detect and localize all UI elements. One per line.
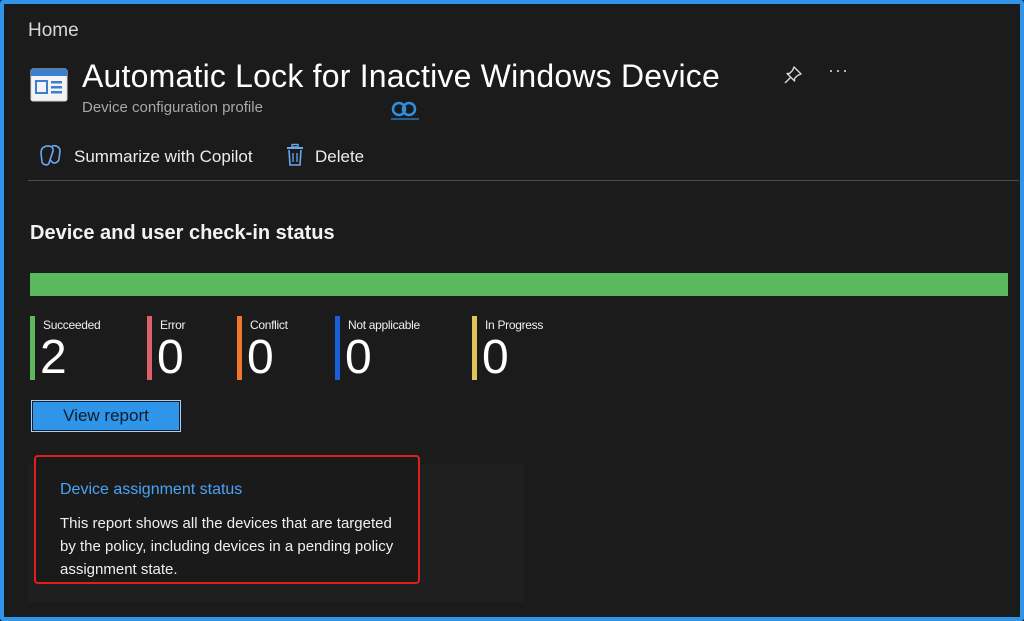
stat-label: Conflict (250, 318, 288, 332)
stat-label: Not applicable (348, 318, 420, 332)
trash-icon (285, 143, 305, 172)
device-assignment-status-description: This report shows all the devices that a… (60, 515, 394, 578)
checkin-status-title: Device and user check-in status (30, 222, 335, 244)
stat-accent (472, 316, 477, 380)
pin-icon[interactable] (782, 64, 804, 86)
summarize-with-copilot-button[interactable]: Summarize with Copilot (38, 143, 253, 172)
stat-accent (237, 316, 242, 380)
succeeded-bar-segment (30, 273, 1008, 296)
profile-icon (30, 68, 68, 102)
device-assignment-status-link[interactable]: Device assignment status (60, 481, 242, 499)
more-options-button[interactable]: ··· (828, 60, 849, 81)
view-report-button[interactable]: View report (31, 400, 181, 432)
app-frame: Home Automatic Lock for Inactive Windows… (0, 0, 1024, 621)
stat-label: Succeeded (43, 318, 101, 332)
delete-button-label: Delete (315, 147, 365, 166)
stat-value: 0 (482, 331, 509, 384)
delete-button[interactable]: Delete (285, 143, 365, 172)
copilot-icon (38, 143, 64, 172)
device-assignment-status-card: Device assignment status This report sho… (34, 455, 420, 584)
stat-label: Error (160, 318, 186, 332)
watermark-logo-icon (387, 100, 423, 122)
stat-value: 0 (157, 331, 184, 384)
stat-accent (147, 316, 152, 380)
stat-accent (30, 316, 35, 380)
copilot-button-label: Summarize with Copilot (74, 147, 253, 166)
stat-accent (335, 316, 340, 380)
stat-value: 0 (345, 331, 372, 384)
toolbar-divider (28, 180, 1019, 181)
page-subtitle: Device configuration profile (82, 99, 263, 116)
stat-value: 2 (40, 331, 67, 384)
stat-label: In Progress (485, 318, 544, 332)
breadcrumb[interactable]: Home (28, 20, 79, 42)
checkin-status-bar (30, 273, 1008, 296)
page-title: Automatic Lock for Inactive Windows Devi… (82, 58, 720, 94)
stat-value: 0 (247, 331, 274, 384)
